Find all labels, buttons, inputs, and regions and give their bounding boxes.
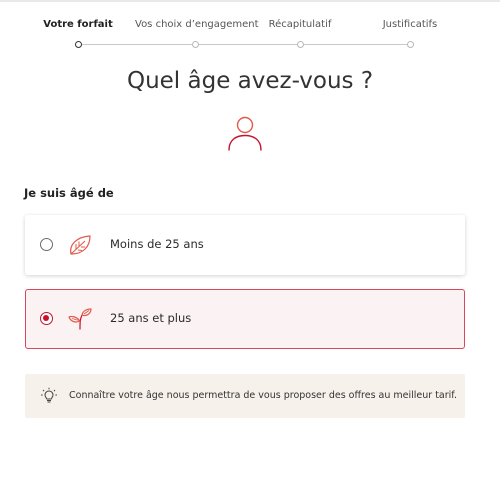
step-dot <box>296 41 304 48</box>
option-label: 25 ans et plus <box>110 311 192 325</box>
step-votre-forfait[interactable]: Votre forfait <box>18 18 138 48</box>
lightbulb-icon <box>41 387 57 403</box>
radio-unselected[interactable] <box>40 238 53 251</box>
top-divider <box>0 0 500 2</box>
step-recapitulatif[interactable]: Récapitulatif <box>240 18 360 48</box>
step-label: Votre forfait <box>43 19 113 30</box>
step-label: Vos choix d’engagement <box>135 19 259 30</box>
info-box: Connaître votre âge nous permettra de vo… <box>25 374 465 418</box>
info-text: Connaître votre âge nous permettra de vo… <box>69 390 457 401</box>
step-choix-engagement[interactable]: Vos choix d’engagement <box>135 18 259 48</box>
leaf-icon <box>70 235 91 255</box>
option-25-ans-et-plus[interactable]: 25 ans et plus <box>25 289 465 349</box>
radio-selected[interactable] <box>40 312 53 325</box>
step-justificatifs[interactable]: Justificatifs <box>350 18 470 48</box>
option-label: Moins de 25 ans <box>110 237 204 251</box>
radio-selected-dot <box>43 315 49 321</box>
sprout-leaves-icon <box>68 308 92 330</box>
step-dot <box>191 41 199 48</box>
page-title: Quel âge avez-vous ? <box>126 68 374 94</box>
step-dot-active <box>74 41 82 48</box>
step-label: Récapitulatif <box>268 19 332 30</box>
progress-stepper: Votre forfait Vos choix d’engagement Réc… <box>40 18 460 50</box>
age-section-label: Je suis âgé de <box>24 186 114 200</box>
user-icon <box>228 116 262 151</box>
step-dot <box>406 41 414 48</box>
option-moins-de-25-ans[interactable]: Moins de 25 ans <box>25 215 465 275</box>
step-label: Justificatifs <box>382 19 438 30</box>
